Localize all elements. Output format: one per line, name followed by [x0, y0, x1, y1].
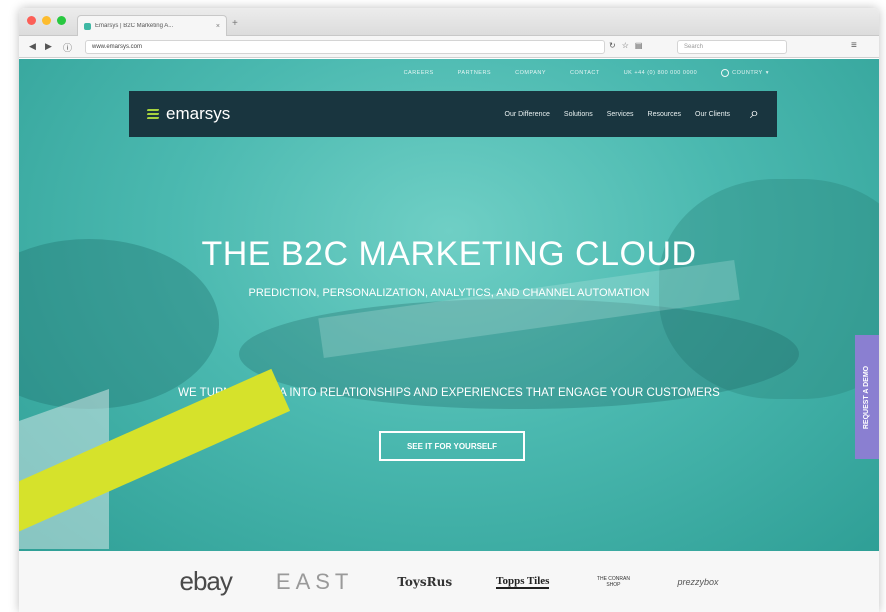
- minimize-window-button[interactable]: [42, 16, 51, 25]
- nav-link-resources[interactable]: Resources: [648, 111, 681, 118]
- client-logo-topps-tiles: Topps Tiles: [496, 574, 550, 589]
- bookmark-star-icon[interactable]: ☆: [622, 41, 629, 50]
- utility-link-contact[interactable]: CONTACT: [570, 70, 600, 76]
- forward-icon[interactable]: ▶: [45, 41, 52, 52]
- toolbar-icons: ↻ ☆ ▤: [609, 41, 642, 50]
- client-logo-ebay: ebay: [179, 566, 233, 596]
- emarsys-logo[interactable]: emarsys: [146, 104, 231, 124]
- browser-window: Emarsys | B2C Marketing A... × + ◀ ▶ ⓘ w…: [19, 8, 879, 612]
- client-logo-prezzybox: prezzybox: [677, 576, 719, 587]
- utility-link-careers[interactable]: CAREERS: [404, 70, 434, 76]
- utility-link-partners[interactable]: PARTNERS: [458, 70, 491, 76]
- client-logo-east: EAST: [275, 568, 354, 594]
- tab-title: Emarsys | B2C Marketing A...: [95, 23, 174, 29]
- utility-phone[interactable]: UK +44 (0) 800 000 0000: [624, 70, 697, 76]
- logo-mark-icon: [146, 108, 161, 120]
- see-it-for-yourself-button[interactable]: SEE IT FOR YOURSELF: [379, 431, 525, 461]
- maximize-window-button[interactable]: [57, 16, 66, 25]
- reader-icon[interactable]: ▤: [635, 41, 643, 50]
- nav-link-solutions[interactable]: Solutions: [564, 111, 593, 118]
- main-nav-links: Our Difference Solutions Services Resour…: [505, 111, 731, 118]
- nav-link-services[interactable]: Services: [607, 111, 634, 118]
- nav-link-our-clients[interactable]: Our Clients: [695, 111, 730, 118]
- browser-tab-bar: Emarsys | B2C Marketing A... × +: [19, 8, 879, 36]
- client-logo-toysrus: ToysRus: [397, 574, 453, 589]
- nav-link-our-difference[interactable]: Our Difference: [505, 111, 550, 118]
- logo-text: emarsys: [166, 104, 231, 123]
- browser-search-input[interactable]: Search: [677, 40, 787, 54]
- hero-subheadline: PREDICTION, PERSONALIZATION, ANALYTICS, …: [248, 287, 650, 299]
- reload-icon[interactable]: ↻: [609, 41, 616, 50]
- site-navigation: emarsys Our Difference Solutions Service…: [129, 91, 777, 137]
- page-viewport: CAREERS PARTNERS COMPANY CONTACT UK +44 …: [19, 59, 879, 612]
- country-selector[interactable]: COUNTRY ▾: [721, 69, 769, 77]
- client-logo-conran-shop: THE CONRAN SHOP: [596, 575, 630, 588]
- hero-section: CAREERS PARTNERS COMPANY CONTACT UK +44 …: [19, 59, 879, 551]
- request-demo-tab[interactable]: REQUEST A DEMO: [855, 335, 879, 459]
- window-controls: [27, 16, 66, 25]
- client-logos-strip: ebay EAST ToysRus Topps Tiles THE CONRAN…: [19, 551, 879, 612]
- search-icon[interactable]: ⌕: [750, 105, 759, 123]
- globe-icon: [721, 69, 730, 77]
- hamburger-menu-icon[interactable]: ≡: [851, 40, 857, 51]
- browser-tab[interactable]: Emarsys | B2C Marketing A... ×: [77, 15, 227, 36]
- favicon-icon: [84, 22, 91, 30]
- back-icon[interactable]: ◀: [29, 41, 36, 52]
- utility-link-company[interactable]: COMPANY: [515, 70, 546, 76]
- hero-headline: THE B2C MARKETING CLOUD: [201, 235, 697, 273]
- info-icon[interactable]: ⓘ: [63, 41, 72, 54]
- request-demo-label: REQUEST A DEMO: [863, 365, 871, 429]
- close-window-button[interactable]: [27, 16, 36, 25]
- new-tab-button[interactable]: +: [232, 18, 238, 29]
- utility-nav: CAREERS PARTNERS COMPANY CONTACT UK +44 …: [19, 65, 879, 81]
- address-bar[interactable]: www.emarsys.com: [85, 40, 605, 54]
- country-label: COUNTRY: [732, 70, 763, 76]
- chevron-down-icon: ▾: [765, 70, 769, 76]
- tab-close-icon[interactable]: ×: [216, 23, 220, 30]
- browser-toolbar: ◀ ▶ ⓘ www.emarsys.com ↻ ☆ ▤ Search ≡: [19, 36, 879, 58]
